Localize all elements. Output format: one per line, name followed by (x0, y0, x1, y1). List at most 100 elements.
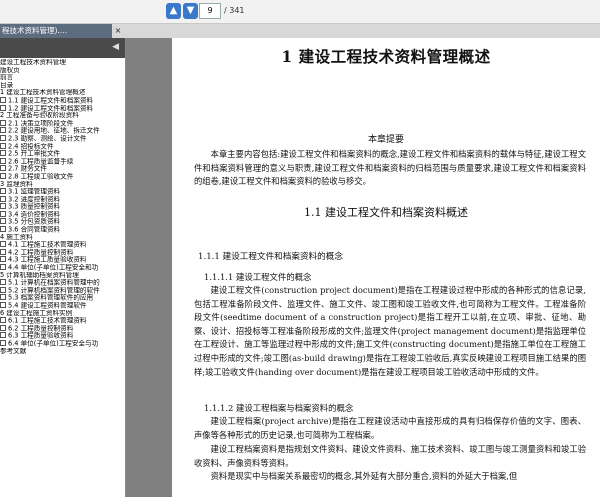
outline-item[interactable]: 目录 (0, 82, 125, 90)
outline-item[interactable]: 2.6 工程质量监督手续 (0, 157, 125, 166)
expand-box-icon[interactable] (0, 279, 6, 286)
outline-item-label: 3.5 分包资质资料 (8, 218, 61, 226)
outline-item[interactable]: 2.3 勘察、测绘、设计文件 (0, 134, 125, 143)
expand-box-icon[interactable] (0, 294, 6, 301)
expand-box-icon[interactable] (0, 248, 6, 255)
expand-box-icon[interactable] (0, 195, 6, 202)
outline-item[interactable]: 4.3 工程施工质量验收资料 (0, 256, 125, 264)
outline-item[interactable]: 5 计算机辅助档案资料管理 (0, 272, 125, 280)
outline-item[interactable]: 3.6 合同管理资料 (0, 226, 125, 234)
outline-item[interactable]: 5.2 计算机档案资料管理的软件 (0, 286, 125, 295)
arrow-down-icon[interactable]: ▼ (183, 3, 198, 19)
collapse-sidebar-icon[interactable]: ◀ (112, 42, 119, 52)
expand-box-icon[interactable] (0, 332, 6, 339)
document-viewport[interactable]: 1 建设工程技术资料管理概述 本章提要 本章主要内容包括:建设工程文件和档案资料… (127, 38, 600, 497)
outline-item[interactable]: 4 施工资料 (0, 234, 125, 242)
expand-box-icon[interactable] (0, 226, 6, 233)
chapter-title: 1 建设工程技术资料管理概述 (281, 47, 491, 66)
expand-box-icon[interactable] (0, 157, 6, 164)
outline-item[interactable]: 4.4 单位(子单位)工程安全和功 (0, 264, 125, 272)
outline-item[interactable]: 5.1 计算机在档案资料管理中的 (0, 279, 125, 287)
expand-box-icon[interactable] (0, 302, 6, 308)
outline-item[interactable]: 1.2 建设工程文件和档案资料 (0, 104, 125, 113)
expand-box-icon[interactable] (0, 96, 6, 103)
outline-item-label: 参考文献 (0, 347, 27, 355)
outline-item[interactable]: 版权页 (0, 67, 125, 75)
expand-box-icon[interactable] (0, 172, 6, 179)
outline-item[interactable]: 6.2 工程质量控制资料 (0, 324, 125, 333)
outline-item-label: 前言 (0, 74, 14, 82)
expand-box-icon[interactable] (0, 256, 6, 263)
subsection-heading: 1.1.1 建设工程文件和档案资料的概念 (198, 252, 343, 262)
page-total: / 341 (224, 6, 245, 15)
outline-item[interactable]: 6.1 工程施工技术管理资料 (0, 317, 125, 325)
expand-box-icon[interactable] (0, 150, 6, 157)
outline-item[interactable]: 2.5 开工审批文件 (0, 150, 125, 158)
outline-item-label: 6.2 工程质量控制资料 (8, 324, 74, 333)
body-paragraph: 建设工程文件(construction project document)是指在… (194, 285, 586, 377)
expand-box-icon[interactable] (0, 210, 6, 217)
outline-item[interactable]: 3.1 监理管理资料 (0, 188, 125, 196)
outline-item[interactable]: 6.3 工程质量验收资料 (0, 332, 125, 340)
outline-item[interactable]: 2.4 招投标文件 (0, 142, 125, 151)
expand-box-icon[interactable] (0, 134, 6, 141)
outline-item-label: 2 工程准备与验收阶段资料 (0, 112, 79, 120)
arrow-up-icon[interactable]: ▲ (166, 3, 181, 19)
expand-box-icon[interactable] (0, 324, 6, 331)
expand-box-icon[interactable] (0, 264, 6, 271)
outline-item-label: 5.3 档案资料管理软件的应用 (8, 294, 94, 302)
expand-box-icon[interactable] (0, 165, 6, 172)
outline-item[interactable]: 5.3 档案资料管理软件的应用 (0, 294, 125, 302)
outline-item-label: 2.8 工程竣工验收文件 (8, 172, 74, 181)
outline-item-label: 5.1 计算机在档案资料管理中的 (8, 279, 100, 287)
outline-item[interactable]: 3.2 进度控制资料 (0, 195, 125, 204)
outline-item[interactable]: 5.4 建设工程资料管理软件 (0, 302, 125, 310)
expand-box-icon[interactable] (0, 119, 6, 126)
outline-item[interactable]: 2.2 建设用地、征地、拆迁文件 (0, 127, 125, 135)
outline-item[interactable]: 2.1 决策立项阶段文件 (0, 119, 125, 128)
outline-item[interactable]: 3.4 造价控制资料 (0, 210, 125, 219)
expand-box-icon[interactable] (0, 218, 6, 225)
expand-box-icon[interactable] (0, 188, 6, 195)
outline-item[interactable]: 1 建设工程技术资料管理概述 (0, 89, 125, 97)
outline-item-label: 4.4 单位(子单位)工程安全和功 (8, 264, 99, 272)
outline-item[interactable]: 6.4 单位(子单位)工程安全与功 (0, 339, 125, 348)
document-tab[interactable]: 程技术资料管理).... (0, 24, 112, 38)
outline-item[interactable]: 4.2 工程质量控制资料 (0, 248, 125, 257)
outline-item[interactable]: 参考文献 (0, 348, 125, 356)
close-icon[interactable]: × (112, 24, 124, 38)
outline-item[interactable]: 前言 (0, 74, 125, 82)
expand-box-icon[interactable] (0, 317, 6, 324)
expand-box-icon[interactable] (0, 286, 6, 293)
outline-item-label: 2.3 勘察、测绘、设计文件 (8, 134, 87, 143)
tab-bar: 程技术资料管理).... × (0, 24, 600, 38)
outline-item-label: 4 施工资料 (0, 233, 33, 241)
outline-item-label: 3 监理资料 (0, 180, 33, 188)
expand-box-icon[interactable] (0, 127, 6, 134)
outline-item-label: 5.2 计算机档案资料管理的软件 (8, 286, 100, 295)
outline-item[interactable]: 2.7 财务文件 (0, 165, 125, 173)
outline-item-label: 2.4 招投标文件 (8, 142, 54, 151)
outline-item[interactable]: 3 监理资料 (0, 181, 125, 189)
outline-sidebar: ◀ 建设工程技术资料管理 版权页 前言 目录 1 建设工程技术资料管理概述 1.1 建设工… (0, 38, 126, 497)
expand-box-icon[interactable] (0, 203, 6, 210)
outline-item-label: 6 建设工程施工资料实例 (0, 309, 73, 317)
expand-box-icon[interactable] (0, 104, 6, 111)
expand-box-icon[interactable] (0, 241, 6, 248)
body-paragraph: 建设工程档案(project archive)是指在工程建设活动中直接形成的具有… (194, 416, 586, 440)
outline-item[interactable]: 建设工程技术资料管理 (0, 59, 125, 67)
outline-item-label: 2.7 财务文件 (8, 165, 47, 173)
page-number-input[interactable]: 9 (199, 3, 221, 19)
outline-item-label: 1.1 建设工程文件和档案资料 (8, 96, 94, 105)
outline-item[interactable]: 1.1 建设工程文件和档案资料 (0, 96, 125, 105)
outline-item-label: 1.2 建设工程文件和档案资料 (8, 104, 94, 113)
outline-item[interactable]: 3.5 分包资质资料 (0, 218, 125, 226)
outline-item-label: 6.3 工程质量验收资料 (8, 332, 74, 340)
expand-box-icon[interactable] (0, 142, 6, 149)
outline-item[interactable]: 3.3 质量控制资料 (0, 203, 125, 211)
outline-item[interactable]: 2 工程准备与验收阶段资料 (0, 112, 125, 120)
expand-box-icon[interactable] (0, 339, 6, 346)
outline-item[interactable]: 2.8 工程竣工验收文件 (0, 172, 125, 181)
outline-item[interactable]: 6 建设工程施工资料实例 (0, 310, 125, 318)
outline-item[interactable]: 4.1 工程施工技术管理资料 (0, 241, 125, 249)
